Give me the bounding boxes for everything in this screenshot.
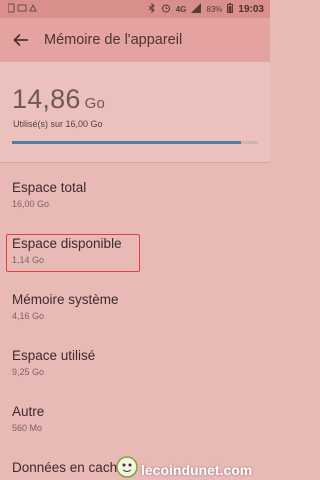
list-item-used-space[interactable]: Espace utilisé 9,25 Go [0,331,270,387]
list-item-value: 4,16 Go [12,311,45,321]
clock: 19:03 [238,3,264,15]
storage-list: Espace total 16,00 Go Espace disponible … [0,163,270,480]
alarm-icon [161,3,171,15]
list-item-label: Espace total [12,180,87,195]
bluetooth-icon [148,2,156,15]
signal-icon [191,3,202,15]
watermark: lecoindunet.com [116,456,252,480]
battery-percent: 83% [206,4,223,14]
storage-summary: 14,86 Go Utilisé(s) sur 16,00 Go [0,62,270,162]
back-arrow-icon[interactable] [10,29,32,51]
notification-icons-glyphs [7,3,37,13]
network-type: 4G [175,4,187,14]
used-storage-subtitle: Utilisé(s) sur 16,00 Go [13,119,103,129]
used-storage-value: 14,86 [12,84,81,114]
list-item-label: Autre [12,404,45,419]
storage-progress-bar [12,141,258,144]
list-item-label: Données en cache [12,460,125,475]
list-item-other[interactable]: Autre 560 Mo [0,387,270,443]
list-item-system-memory[interactable]: Mémoire système 4,16 Go [0,275,270,331]
list-item-label: Espace utilisé [12,348,96,363]
used-storage-amount: 14,86 Go [12,84,105,115]
list-item-value: 560 Mo [12,423,43,433]
list-item-total-space[interactable]: Espace total 16,00 Go [0,163,270,219]
battery-icon [227,3,234,15]
status-bar: 4G 83% 19:03 [0,0,270,18]
storage-progress-fill [12,141,241,144]
used-storage-unit: Go [84,95,105,112]
watermark-logo-icon [116,456,138,480]
app-bar: Mémoire de l'appareil [0,18,270,62]
watermark-text: lecoindunet.com [141,461,253,478]
list-item-label: Mémoire système [12,292,119,307]
page-title: Mémoire de l'appareil [44,32,183,48]
list-item-value: 16,00 Go [12,199,50,209]
list-item-value: 9,25 Go [12,367,45,377]
notification-icons [7,3,38,15]
highlight-box [6,234,140,272]
